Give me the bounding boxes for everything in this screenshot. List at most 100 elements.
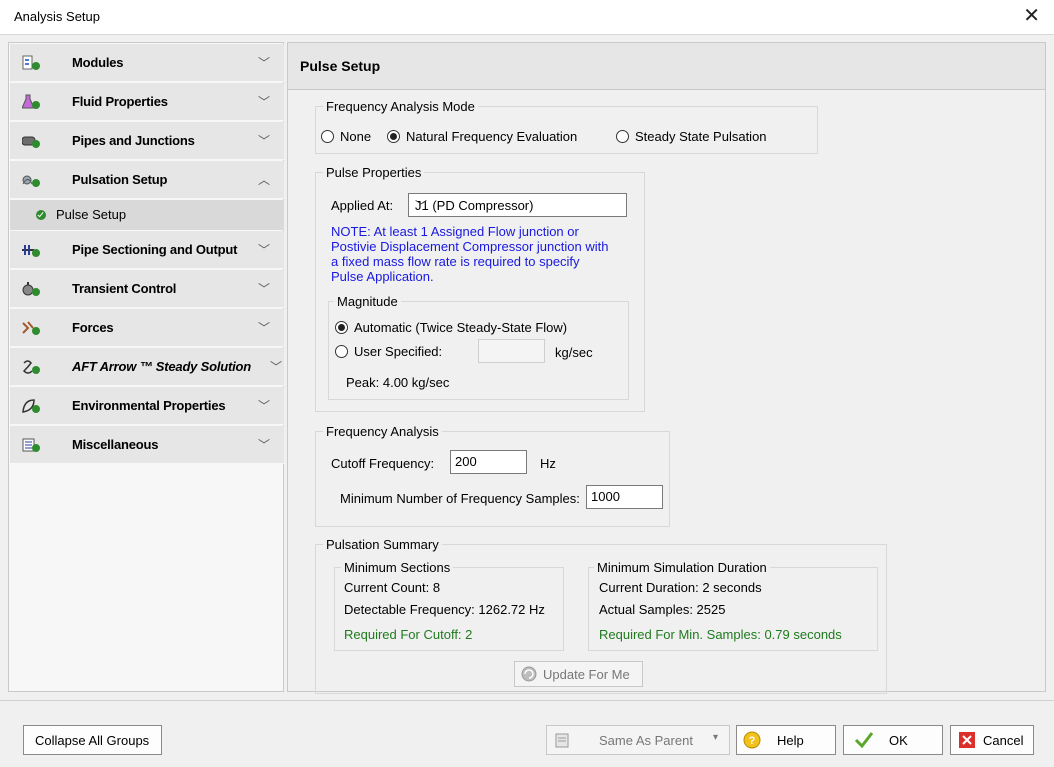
note-line: NOTE: At least 1 Assigned Flow junction …: [331, 224, 579, 239]
update-for-me-button[interactable]: Update For Me: [514, 661, 643, 687]
footer-bar: Collapse All Groups Same As Parent ▾ ? H…: [0, 700, 1054, 767]
radio-none[interactable]: [321, 130, 334, 143]
chevron-down-icon[interactable]: ﹀: [258, 319, 270, 336]
current-duration: Current Duration: 2 seconds: [599, 580, 762, 595]
chevron-down-icon[interactable]: ﹀: [258, 241, 270, 258]
button-label: Collapse All Groups: [35, 733, 150, 748]
button-label: Help: [777, 733, 804, 748]
cutoff-frequency-input[interactable]: 200: [450, 450, 527, 474]
ok-button[interactable]: OK: [843, 725, 943, 755]
cutoff-frequency-label: Cutoff Frequency:: [331, 456, 435, 471]
detectable-frequency: Detectable Frequency: 1262.72 Hz: [344, 602, 545, 617]
sidebar-group-transient-control[interactable]: Transient Control ﹀: [10, 270, 284, 308]
notepad-icon: [555, 733, 571, 752]
sidebar-group-label: Fluid Properties: [72, 94, 168, 109]
help-icon: ?: [743, 731, 761, 752]
group-title: Frequency Analysis: [323, 424, 442, 439]
user-magnitude-input[interactable]: [478, 339, 545, 363]
group-title: Frequency Analysis Mode: [323, 99, 478, 114]
radio-label: Natural Frequency Evaluation: [406, 129, 578, 144]
same-as-parent-button[interactable]: Same As Parent ▾: [546, 725, 730, 755]
radio-label: Steady State Pulsation: [635, 129, 767, 144]
button-label: Update For Me: [543, 667, 630, 682]
radio-user-specified[interactable]: [335, 345, 348, 358]
button-label: Cancel: [983, 733, 1024, 748]
sidebar-group-forces[interactable]: Forces ﹀: [10, 309, 284, 347]
cancel-x-icon: [959, 732, 975, 751]
chevron-down-icon[interactable]: ﹀: [258, 280, 270, 297]
sidebar-group-label: Environmental Properties: [72, 398, 226, 413]
sidebar-group-fluid-properties[interactable]: Fluid Properties ﹀: [10, 83, 284, 121]
sidebar-group-label: Pipes and Junctions: [72, 133, 195, 148]
chevron-down-icon[interactable]: ﹀: [258, 132, 270, 149]
group-title: Minimum Sections: [341, 560, 454, 575]
chevron-down-icon[interactable]: ﹀: [258, 54, 270, 71]
actual-samples: Actual Samples: 2525: [599, 602, 726, 617]
sidebar-group-label: Modules: [72, 55, 124, 70]
sectioning-icon: [22, 242, 40, 258]
min-samples-label: Minimum Number of Frequency Samples:: [340, 491, 580, 506]
sidebar-group-miscellaneous[interactable]: Miscellaneous ﹀: [10, 426, 284, 464]
cutoff-frequency-unit: Hz: [540, 456, 556, 471]
chevron-down-icon[interactable]: ﹀: [258, 397, 270, 414]
check-icon: [36, 210, 46, 220]
sidebar-group-aft-arrow-steady-solution[interactable]: AFT Arrow ™ Steady Solution ﹀: [10, 348, 284, 386]
chevron-down-icon[interactable]: ﹀: [258, 93, 270, 110]
leaf-icon: [22, 398, 40, 414]
radio-natural-frequency[interactable]: [387, 130, 400, 143]
chevron-down-icon: ▾: [713, 732, 719, 743]
sidebar-item-label: Pulse Setup: [56, 207, 127, 222]
radio-label: User Specified:: [354, 344, 443, 359]
cancel-button[interactable]: Cancel: [950, 725, 1034, 755]
current-count: Current Count: 8: [344, 580, 441, 595]
steady-solution-icon: [22, 359, 40, 375]
panel-content: Frequency Analysis Mode None Natural Fre…: [288, 90, 1045, 694]
group-title: Minimum Simulation Duration: [594, 560, 770, 575]
page-title: Pulse Setup: [300, 58, 381, 74]
sidebar-group-label: Pipe Sectioning and Output: [72, 242, 238, 257]
note-line: Pulse Application.: [331, 269, 434, 284]
main-panel: Pulse Setup Frequency Analysis Mode None…: [287, 42, 1046, 694]
sidebar-group-label: Transient Control: [72, 281, 177, 296]
chevron-down-icon[interactable]: ﹀: [258, 436, 270, 453]
applied-at-label: Applied At:: [331, 198, 394, 213]
sidebar-group-pulsation-setup[interactable]: Pulsation Setup ︿: [10, 161, 284, 199]
help-button[interactable]: ? Help: [736, 725, 836, 755]
pipe-icon: [21, 133, 40, 149]
sidebar-group-label: Forces: [72, 320, 114, 335]
title-bar: Analysis Setup ✕: [0, 0, 1054, 35]
close-icon[interactable]: ✕: [1023, 5, 1040, 27]
collapse-all-groups-button[interactable]: Collapse All Groups: [23, 725, 162, 755]
group-title: Pulse Properties: [323, 165, 425, 180]
sidebar-group-label: AFT Arrow ™ Steady Solution: [72, 359, 252, 374]
sidebar-item-pulse-setup[interactable]: Pulse Setup: [10, 200, 284, 230]
sidebar: Modules ﹀ Fluid Properties ﹀ Pipes and J…: [8, 42, 284, 692]
window-title: Analysis Setup: [14, 9, 100, 24]
radio-label: Automatic (Twice Steady-State Flow): [354, 320, 568, 335]
group-title: Magnitude: [334, 294, 401, 309]
button-label: OK: [889, 733, 908, 748]
sidebar-group-pipes-and-junctions[interactable]: Pipes and Junctions ﹀: [10, 122, 284, 160]
sidebar-group-pipe-sectioning[interactable]: Pipe Sectioning and Output ﹀: [10, 231, 284, 269]
min-samples-input[interactable]: 1000: [586, 485, 663, 509]
sidebar-group-environmental-properties[interactable]: Environmental Properties ﹀: [10, 387, 284, 425]
radio-automatic[interactable]: [335, 321, 348, 334]
required-for-min-samples: Required For Min. Samples: 0.79 seconds: [599, 627, 842, 642]
applied-at-select[interactable]: J1 (PD Compressor) ﹀: [408, 193, 627, 217]
sidebar-group-label: Miscellaneous: [72, 437, 159, 452]
chevron-down-icon[interactable]: ﹀: [270, 358, 282, 375]
sidebar-group-modules[interactable]: Modules ﹀: [10, 44, 284, 82]
chevron-up-icon[interactable]: ︿: [258, 171, 270, 188]
misc-icon: [22, 437, 40, 453]
button-label: Same As Parent: [599, 733, 693, 748]
group-title: Pulsation Summary: [323, 537, 442, 552]
pulsation-icon: [22, 172, 40, 188]
radio-steady-state-pulsation[interactable]: [616, 130, 629, 143]
chevron-down-icon: ﹀: [415, 199, 428, 213]
magnitude-unit: kg/sec: [555, 345, 593, 360]
peak-value: Peak: 4.00 kg/sec: [346, 375, 450, 390]
panel-header: Pulse Setup: [288, 43, 1045, 90]
flask-icon: [21, 94, 40, 110]
note-line: a fixed mass flow rate is required to sp…: [331, 254, 580, 269]
frequency-analysis-group: [315, 431, 670, 527]
